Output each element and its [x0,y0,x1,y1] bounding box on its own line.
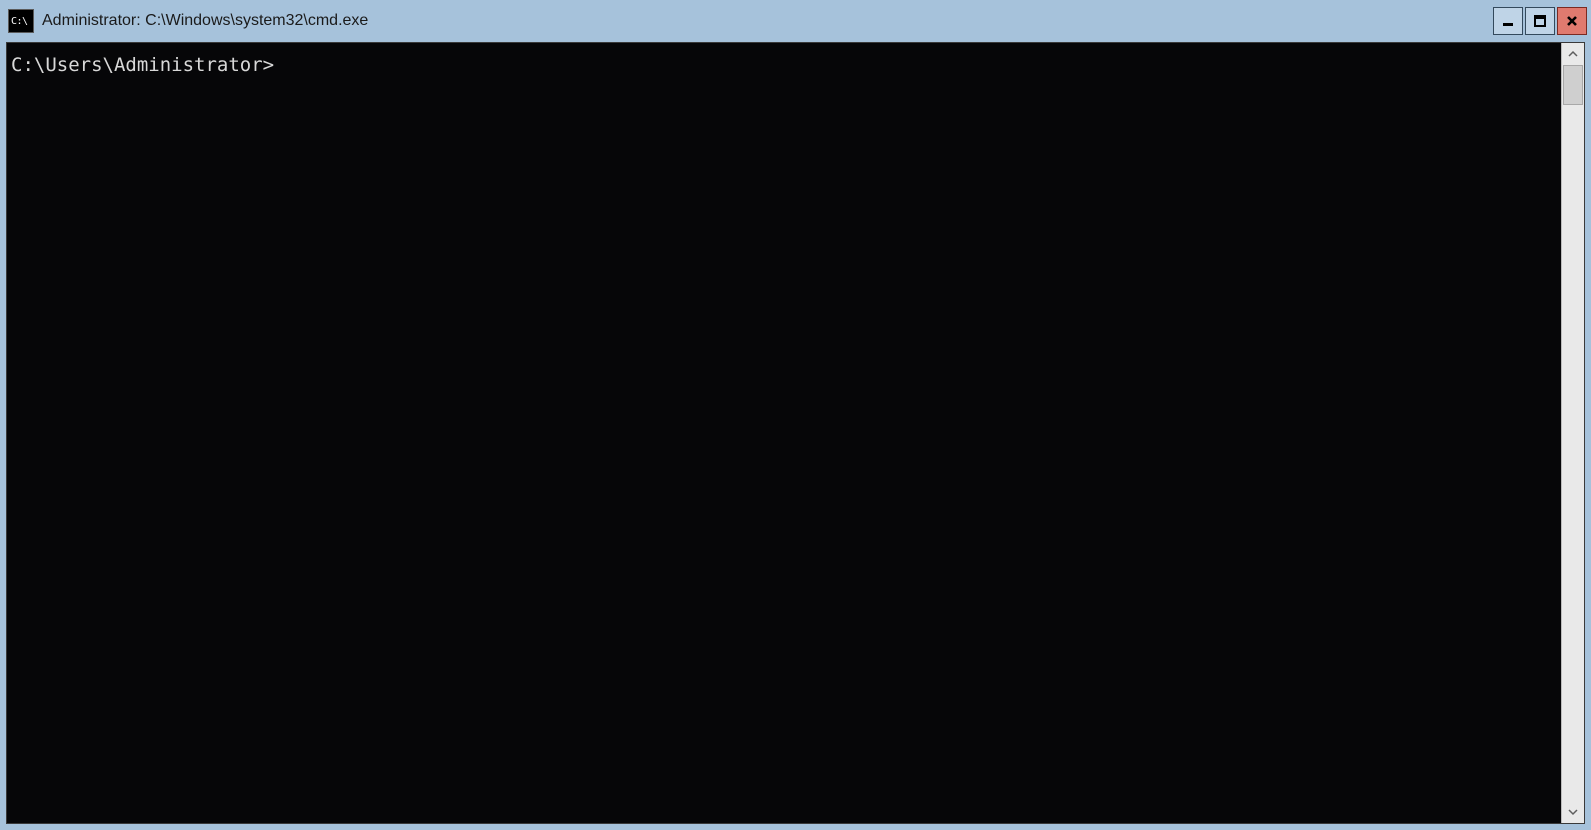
scroll-track[interactable] [1562,65,1584,801]
minimize-icon [1501,14,1515,28]
window-title: Administrator: C:\Windows\system32\cmd.e… [42,12,1483,30]
console-output[interactable]: C:\Users\Administrator> [7,43,1561,823]
close-icon [1565,14,1579,28]
close-button[interactable] [1557,7,1587,35]
scroll-down-button[interactable] [1562,801,1584,823]
chevron-up-icon [1568,49,1578,59]
client-area: C:\Users\Administrator> [6,42,1585,824]
minimize-button[interactable] [1493,7,1523,35]
maximize-button[interactable] [1525,7,1555,35]
vertical-scrollbar[interactable] [1561,43,1584,823]
maximize-icon [1533,14,1547,28]
window-controls [1491,7,1587,35]
cmd-icon: C:\ [8,9,34,33]
scroll-thumb[interactable] [1563,65,1583,105]
title-bar[interactable]: C:\ Administrator: C:\Windows\system32\c… [2,2,1589,40]
prompt-text: C:\Users\Administrator> [11,54,274,76]
cmd-window: C:\ Administrator: C:\Windows\system32\c… [0,0,1591,830]
scroll-up-button[interactable] [1562,43,1584,65]
chevron-down-icon [1568,807,1578,817]
